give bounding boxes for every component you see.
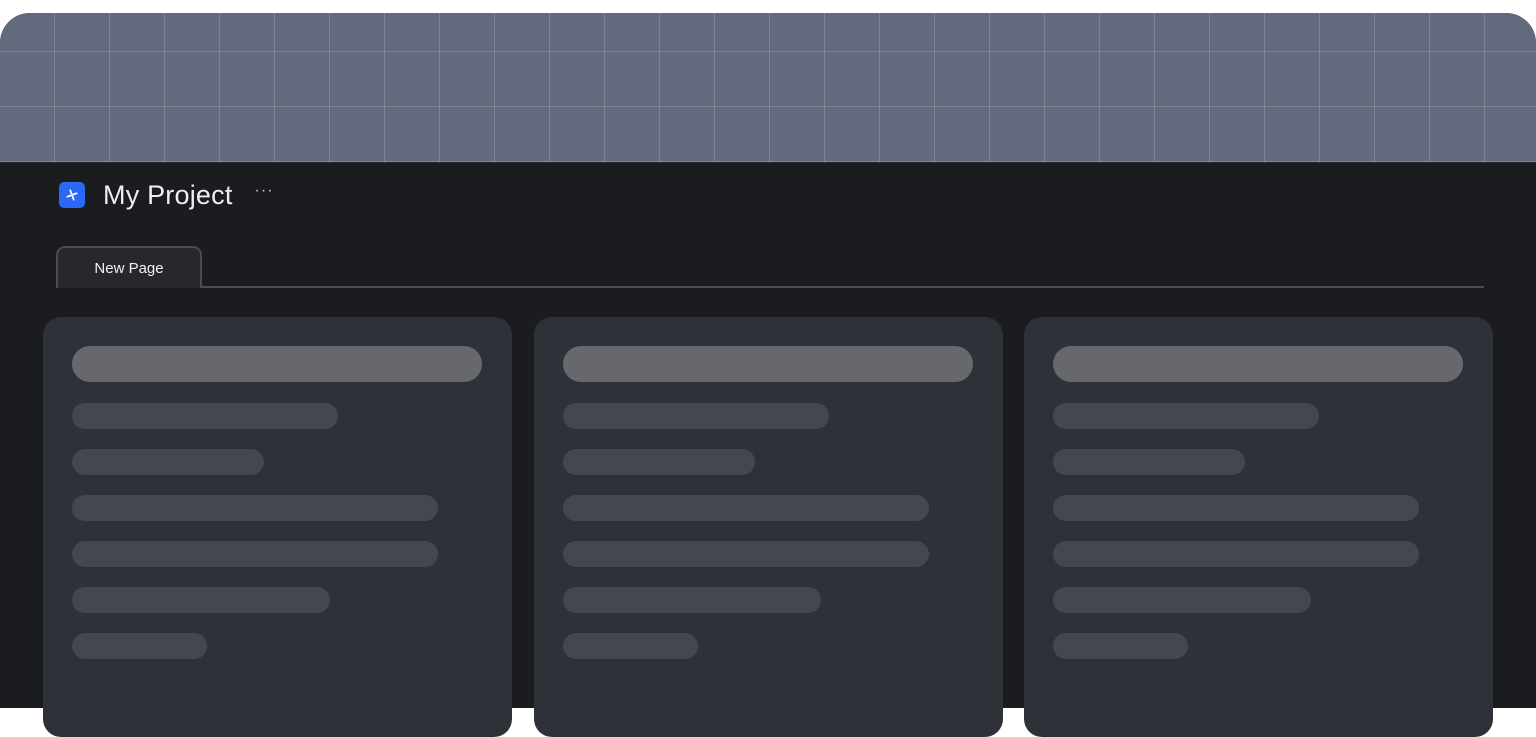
skeleton-line: [72, 495, 438, 521]
skeleton-line: [72, 633, 207, 659]
skeleton-line: [72, 541, 438, 567]
skeleton-line: [563, 541, 929, 567]
skeleton-card: [43, 317, 512, 737]
skeleton-line: [1053, 541, 1419, 567]
tab-new-page[interactable]: New Page: [56, 246, 202, 288]
skeleton-card: [534, 317, 1003, 737]
skeleton-line: [1053, 449, 1245, 475]
skeleton-line: [563, 403, 829, 429]
skeleton-line: [1053, 495, 1419, 521]
skeleton-card: [1024, 317, 1493, 737]
skeleton-line: [563, 495, 929, 521]
skeleton-line: [72, 403, 338, 429]
skeleton-line: [563, 587, 821, 613]
skeleton-line: [1053, 633, 1188, 659]
project-header: My Project ···: [59, 180, 274, 210]
skeleton-line: [1053, 403, 1319, 429]
skeleton-line: [563, 449, 755, 475]
skeleton-line: [563, 633, 698, 659]
skeleton-heading: [1053, 346, 1463, 382]
skeleton-line: [72, 587, 330, 613]
skeleton-line: [72, 449, 264, 475]
skeleton-heading: [72, 346, 482, 382]
skeleton-line: [1053, 587, 1311, 613]
tab-bar-divider: [56, 286, 1484, 288]
project-logo-icon: [59, 182, 85, 208]
cover-banner[interactable]: [0, 13, 1536, 163]
skeleton-heading: [563, 346, 973, 382]
more-options-button[interactable]: ···: [255, 182, 274, 200]
page-title[interactable]: My Project: [103, 180, 233, 211]
